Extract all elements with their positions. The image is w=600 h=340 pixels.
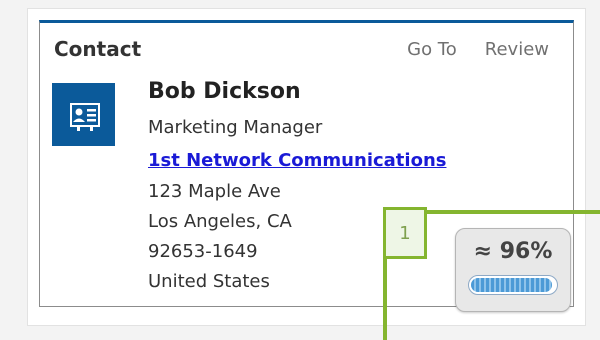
confidence-value: ≈ 96% (473, 239, 553, 264)
address-country: United States (148, 271, 270, 292)
company-link[interactable]: 1st Network Communications (148, 150, 446, 171)
contact-name: Bob Dickson (148, 79, 301, 104)
address-zip: 92653-1649 (148, 241, 258, 262)
card-title: Contact (54, 37, 142, 61)
address-city-state: Los Angeles, CA (148, 211, 292, 232)
review-link[interactable]: Review (485, 39, 549, 60)
contact-job-title: Marketing Manager (148, 117, 323, 138)
confidence-bar-fill (471, 278, 552, 292)
confidence-meter: ≈ 96% (455, 228, 571, 312)
address-street: 123 Maple Ave (148, 181, 281, 202)
card-actions: Go To Review (407, 39, 549, 60)
contact-card-icon (52, 83, 115, 146)
highlight-tag: 1 (383, 207, 427, 259)
confidence-bar (468, 275, 558, 295)
go-to-link[interactable]: Go To (407, 39, 457, 60)
